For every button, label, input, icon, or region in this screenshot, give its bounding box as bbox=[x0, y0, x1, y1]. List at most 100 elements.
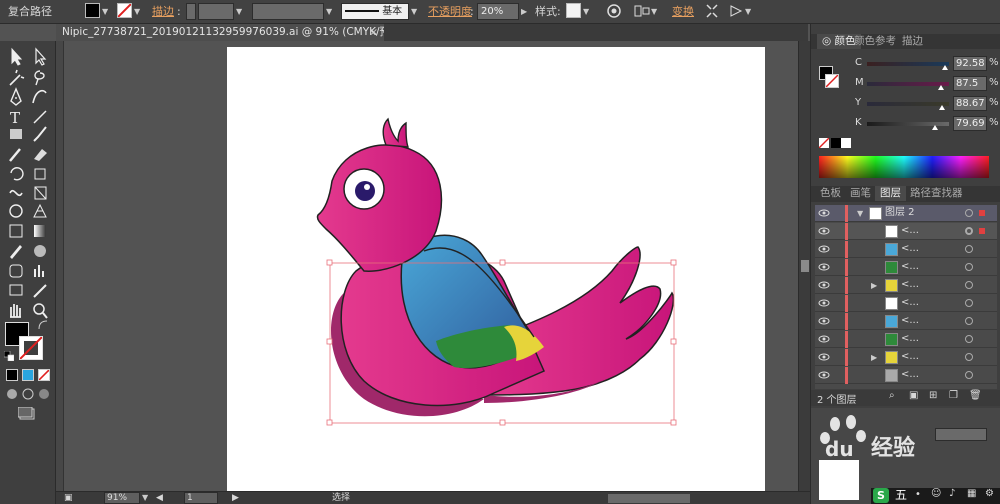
sublayer-row[interactable]: <... bbox=[815, 331, 997, 348]
target-icon[interactable] bbox=[965, 371, 973, 379]
sublayer-name[interactable]: <... bbox=[901, 313, 919, 329]
close-document-icon[interactable]: × bbox=[370, 24, 378, 41]
type-tool-icon[interactable]: T bbox=[10, 109, 20, 127]
layer-name[interactable]: 图层 2 bbox=[885, 205, 915, 221]
align-dropdown-icon[interactable]: ▼ bbox=[651, 3, 657, 20]
variable-width-dropdown-icon[interactable]: ▼ bbox=[326, 3, 332, 20]
slider-pointer-icon[interactable] bbox=[932, 125, 938, 130]
bottom-panel-field[interactable] bbox=[935, 428, 987, 441]
sublayer-name[interactable]: <... bbox=[901, 259, 919, 275]
sublayer-row[interactable]: <... bbox=[815, 241, 997, 258]
opacity-arrow-icon[interactable]: ▶ bbox=[521, 3, 527, 20]
stroke-weight-input[interactable] bbox=[198, 3, 234, 20]
slider-pointer-icon[interactable] bbox=[938, 85, 944, 90]
artboard-nav-icon[interactable]: ▣ bbox=[64, 493, 73, 503]
column-graph-tool-icon[interactable] bbox=[34, 265, 44, 277]
handle-top-center[interactable] bbox=[499, 259, 506, 266]
expand-icon[interactable]: ▶ bbox=[871, 349, 877, 366]
stroke-color-swatch[interactable] bbox=[117, 3, 132, 18]
mesh-tool-icon[interactable] bbox=[9, 224, 23, 238]
brush-definition-select[interactable]: 基本 bbox=[341, 3, 409, 20]
white-swatch[interactable] bbox=[841, 138, 851, 148]
bird-artwork[interactable] bbox=[64, 41, 798, 491]
target-icon[interactable] bbox=[965, 263, 973, 271]
target-icon[interactable] bbox=[965, 299, 973, 307]
eye-icon[interactable] bbox=[817, 296, 831, 310]
sublayer-row[interactable]: <... bbox=[815, 295, 997, 312]
screen-mode-icon[interactable] bbox=[17, 406, 36, 421]
bird-crest[interactable] bbox=[382, 117, 410, 148]
target-icon[interactable] bbox=[965, 353, 973, 361]
target-icon[interactable] bbox=[965, 281, 973, 289]
new-layer-icon[interactable]: ❐ bbox=[949, 390, 958, 401]
channel-slider[interactable] bbox=[867, 62, 949, 66]
sogou-logo-icon[interactable]: S bbox=[873, 488, 889, 503]
scale-tool-icon[interactable] bbox=[34, 168, 46, 180]
handle-top-left[interactable] bbox=[326, 259, 333, 266]
color-spectrum[interactable] bbox=[819, 156, 989, 178]
eye-icon[interactable] bbox=[817, 260, 831, 274]
zoom-dropdown-icon[interactable]: ▼ bbox=[142, 492, 148, 504]
stroke-weight-stepper[interactable] bbox=[186, 3, 196, 20]
bird-eye-pupil[interactable] bbox=[355, 181, 375, 201]
sublayer-name[interactable]: <... bbox=[901, 241, 919, 257]
free-transform-tool-icon[interactable] bbox=[34, 186, 47, 200]
draw-inside-icon[interactable] bbox=[38, 388, 50, 400]
ime-keyboard-icon[interactable]: ▦ bbox=[967, 488, 976, 499]
variable-width-select[interactable] bbox=[252, 3, 324, 20]
draw-behind-icon[interactable] bbox=[22, 388, 34, 400]
delete-layer-icon[interactable]: 🗑 bbox=[969, 390, 982, 401]
handle-middle-right[interactable] bbox=[670, 338, 677, 345]
channel-slider[interactable] bbox=[867, 82, 949, 86]
none-mode-button[interactable] bbox=[38, 369, 50, 381]
paintbrush-tool-icon[interactable] bbox=[33, 126, 47, 142]
sublayer-row[interactable]: <... bbox=[815, 367, 997, 384]
stroke-box[interactable] bbox=[19, 336, 43, 360]
magic-wand-tool-icon[interactable] bbox=[9, 69, 25, 86]
eye-icon[interactable] bbox=[817, 206, 831, 220]
handle-bottom-right[interactable] bbox=[670, 419, 677, 426]
tab-pathfinder[interactable]: 路径查找器 bbox=[905, 186, 968, 201]
sublayer-name[interactable]: <... bbox=[901, 223, 919, 239]
sublayer-name[interactable]: <... bbox=[901, 349, 919, 365]
curvature-tool-icon[interactable] bbox=[32, 89, 47, 104]
channel-value-input[interactable]: 79.69 bbox=[953, 116, 987, 131]
ime-emoji-icon[interactable]: ☺ bbox=[931, 488, 941, 499]
eye-icon[interactable] bbox=[817, 242, 831, 256]
channel-value-input[interactable]: 88.67 bbox=[953, 96, 987, 111]
sublayer-name[interactable]: <... bbox=[901, 295, 919, 311]
tab-color-guide[interactable]: 颜色参考 bbox=[849, 34, 901, 49]
graphic-style-swatch[interactable] bbox=[566, 3, 581, 18]
stroke-label[interactable]: 描边 bbox=[152, 3, 174, 20]
fill-dropdown-icon[interactable]: ▼ bbox=[102, 3, 108, 20]
pencil-tool-icon[interactable] bbox=[9, 148, 21, 162]
eraser-tool-icon[interactable] bbox=[34, 149, 47, 161]
opacity-label[interactable]: 不透明度 bbox=[428, 3, 472, 20]
eye-icon[interactable] bbox=[817, 368, 831, 382]
direct-selection-tool-icon[interactable] bbox=[35, 47, 47, 66]
zoom-tool-icon[interactable] bbox=[33, 303, 45, 315]
sublayer-row[interactable]: <... bbox=[815, 223, 997, 240]
blend-tool-icon[interactable] bbox=[34, 245, 46, 257]
clipping-mask-icon[interactable]: ▣ bbox=[909, 390, 918, 401]
channel-value-input[interactable]: 92.58 bbox=[953, 56, 987, 71]
expand-icon[interactable]: ▶ bbox=[871, 277, 877, 294]
align-options-icon[interactable] bbox=[633, 3, 651, 19]
target-icon[interactable] bbox=[965, 227, 973, 235]
sublayer-row[interactable]: ▶ <... bbox=[815, 277, 997, 294]
target-icon[interactable] bbox=[965, 245, 973, 253]
eye-icon[interactable] bbox=[817, 332, 831, 346]
fill-color-swatch[interactable] bbox=[85, 3, 100, 18]
first-page-icon[interactable]: ◀ bbox=[156, 492, 163, 504]
stroke-dropdown-icon[interactable]: ▼ bbox=[134, 3, 140, 20]
selection-tool-icon[interactable] bbox=[11, 47, 23, 66]
slider-pointer-icon[interactable] bbox=[939, 105, 945, 110]
ime-mode-label[interactable]: 五 bbox=[895, 488, 907, 503]
channel-slider[interactable] bbox=[867, 102, 949, 106]
page-field[interactable]: 1 bbox=[184, 492, 218, 504]
default-colors-icon[interactable] bbox=[3, 350, 15, 362]
selection-indicator[interactable] bbox=[979, 228, 985, 234]
slider-pointer-icon[interactable] bbox=[942, 65, 948, 70]
color-mode-button[interactable] bbox=[6, 369, 18, 381]
target-icon[interactable] bbox=[965, 335, 973, 343]
